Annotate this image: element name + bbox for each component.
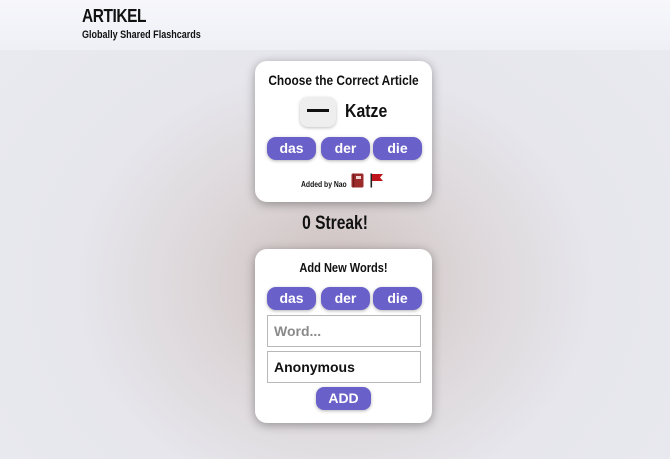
- add-das-button[interactable]: das: [267, 287, 316, 310]
- quiz-der-button[interactable]: der: [321, 137, 370, 160]
- add-word-card: Add New Words! das der die ADD: [255, 249, 432, 423]
- book-icon[interactable]: [351, 173, 364, 193]
- add-der-button[interactable]: der: [321, 287, 370, 310]
- quiz-title: Choose the Correct Article: [268, 72, 419, 88]
- quiz-die-button[interactable]: die: [373, 137, 422, 160]
- word-input[interactable]: [267, 315, 421, 347]
- added-by-label: Added by Nao: [301, 180, 347, 189]
- author-input[interactable]: [267, 351, 421, 383]
- quiz-word: Katze: [345, 101, 388, 121]
- article-blank: [300, 97, 336, 127]
- quiz-das-button[interactable]: das: [267, 137, 316, 160]
- flag-icon[interactable]: [370, 173, 384, 193]
- streak-counter: 0 Streak!: [302, 213, 368, 234]
- app-header: ARTIKEL Globally Shared Flashcards: [0, 0, 670, 50]
- quiz-card: Choose the Correct Article Katze das der…: [255, 61, 432, 202]
- add-button[interactable]: ADD: [316, 387, 371, 410]
- add-die-button[interactable]: die: [373, 287, 422, 310]
- app-title: ARTIKEL: [82, 6, 147, 26]
- add-title: Add New Words!: [299, 260, 388, 275]
- app-subtitle: Globally Shared Flashcards: [82, 29, 201, 41]
